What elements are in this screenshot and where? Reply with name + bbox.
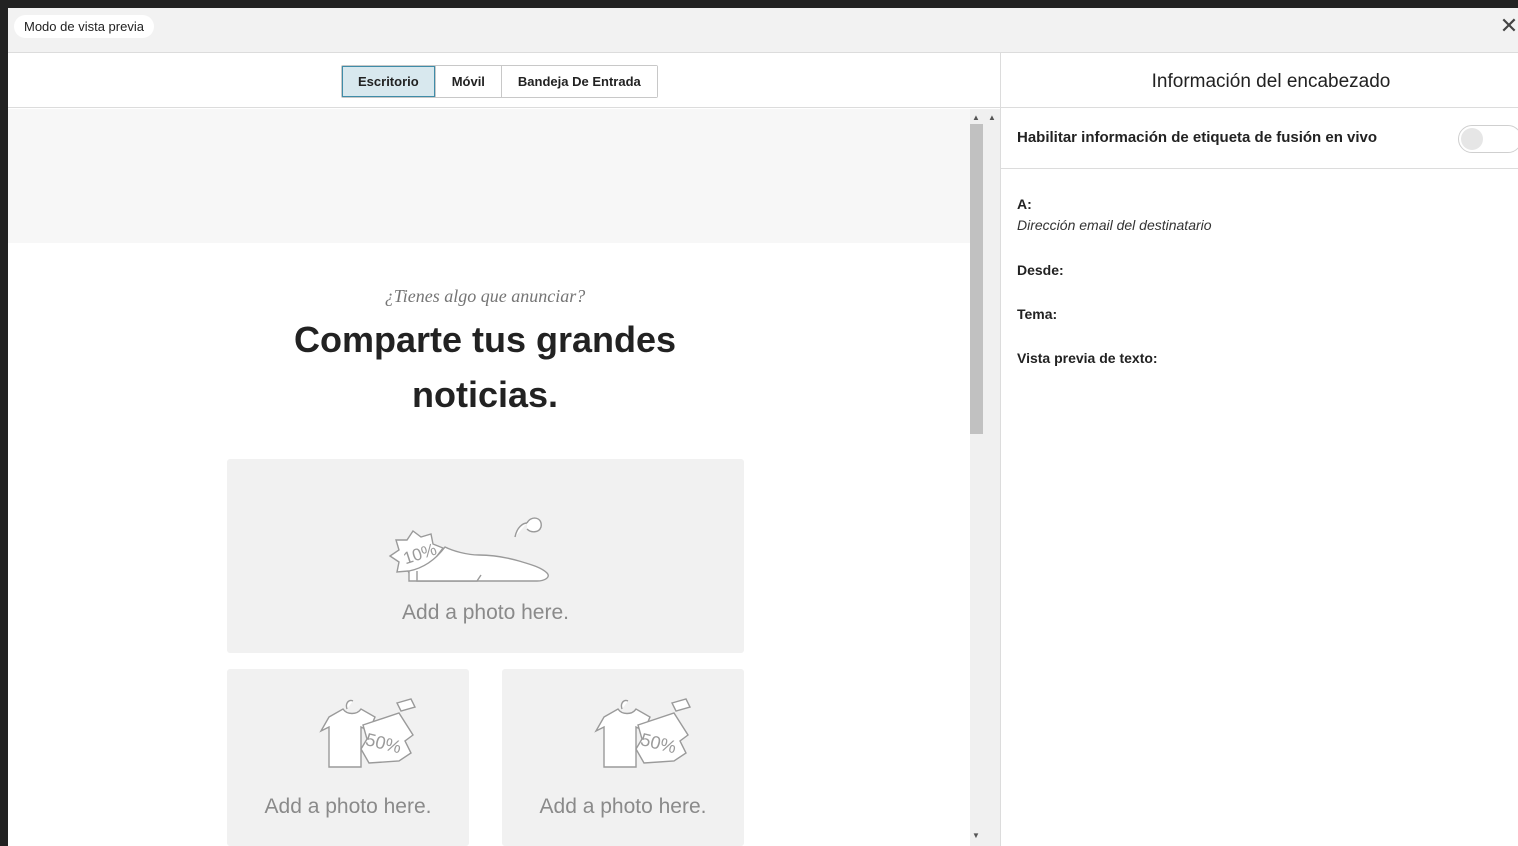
email-headline: Comparte tus grandes noticias. (293, 319, 677, 415)
photo-placeholder[interactable]: 50% Add a photo here. (502, 669, 744, 846)
photo-placeholder[interactable]: 10% Add a photo here. (227, 459, 744, 653)
email-preview: ¿Tienes algo que anunciar? Comparte tus … (8, 109, 970, 846)
photo-placeholder-text: Add a photo here. (539, 795, 707, 818)
email-preheader-area (8, 109, 970, 243)
tab-mobile[interactable]: Móvil (434, 66, 501, 97)
scroll-up-icon[interactable]: ▲ (988, 113, 996, 122)
close-icon[interactable]: ✕ (1498, 12, 1518, 40)
preview-scrollbar[interactable]: ▲ ▲ ▼ (970, 109, 1000, 846)
preview-pane: Escritorio Móvil Bandeja De Entrada ¿Tie… (8, 53, 1000, 846)
photo-placeholder-text: Add a photo here. (402, 601, 569, 624)
tab-inbox[interactable]: Bandeja De Entrada (500, 66, 657, 97)
header-info-title-bar: Información del encabezado (1001, 53, 1518, 108)
live-merge-tag-label: Habilitar información de etiqueta de fus… (1017, 129, 1378, 146)
tab-desktop[interactable]: Escritorio (342, 66, 435, 97)
scroll-down-icon[interactable]: ▼ (972, 831, 980, 840)
scroll-up-icon[interactable]: ▲ (972, 113, 980, 122)
preview-mode-badge: Modo de vista previa (14, 15, 154, 38)
subject-label: Tema: (1017, 306, 1058, 322)
device-tabbar: Escritorio Móvil Bandeja De Entrada (8, 53, 1000, 108)
from-label: Desde: (1017, 262, 1064, 278)
panel-title: Información del encabezado (1151, 71, 1391, 92)
live-merge-tag-row: Habilitar información de etiqueta de fus… (1001, 109, 1518, 169)
scrollbar-thumb[interactable] (970, 124, 983, 434)
preview-text-label: Vista previa de texto: (1017, 350, 1158, 366)
live-merge-tag-toggle[interactable] (1458, 125, 1518, 153)
preview-window: Modo de vista previa ✕ Escritorio Móvil … (8, 8, 1518, 846)
toggle-knob (1461, 128, 1483, 150)
email-eyebrow: ¿Tienes algo que anunciar? (384, 286, 586, 306)
to-value: Dirección email del destinatario (1017, 217, 1212, 233)
shoe-sale-icon: 10% (388, 517, 549, 582)
photo-placeholder-text: Add a photo here. (264, 795, 432, 818)
to-label: A: (1017, 196, 1032, 212)
photo-placeholder[interactable]: 50% Add a photo here. (227, 669, 469, 846)
shirt-sale-icon: 50% (319, 698, 417, 768)
header-info-panel: Información del encabezado Habilitar inf… (1000, 53, 1518, 846)
preview-topbar: Modo de vista previa ✕ (8, 8, 1518, 53)
device-tabs: Escritorio Móvil Bandeja De Entrada (341, 65, 658, 98)
shirt-sale-icon: 50% (594, 698, 692, 768)
